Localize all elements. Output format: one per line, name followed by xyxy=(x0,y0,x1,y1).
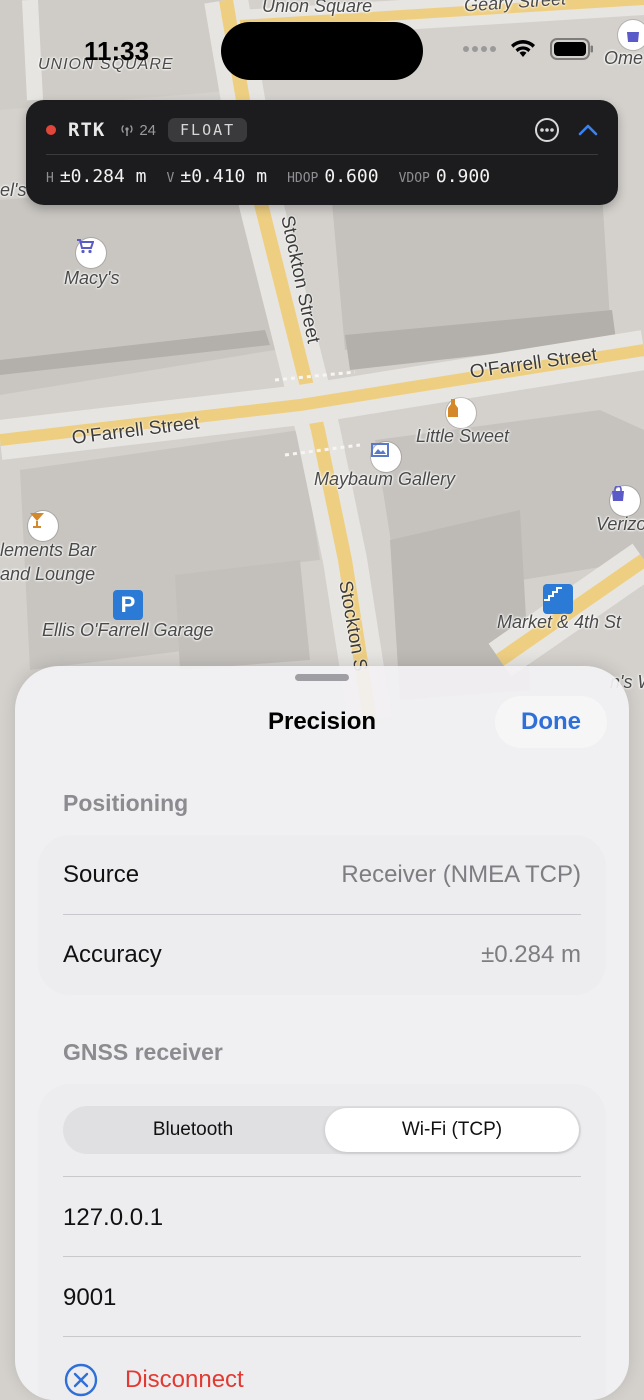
accuracy-value: ±0.284 m xyxy=(481,941,581,968)
map-label-partial-left: el's xyxy=(0,180,27,200)
transit-stairs-icon[interactable] xyxy=(543,584,573,614)
map-label-verizon: Verizo xyxy=(596,514,644,534)
v-value: ±0.410 m xyxy=(180,166,268,187)
source-label: Source xyxy=(63,861,140,888)
satellite-count-value: 24 xyxy=(139,121,157,139)
port-field[interactable]: 9001 xyxy=(63,1284,116,1312)
v-label: V xyxy=(166,171,175,186)
dynamic-island xyxy=(221,22,423,80)
map-label-little-sweet: Little Sweet xyxy=(416,426,510,446)
rtk-status-dot xyxy=(46,125,56,135)
map-label-union-square-street: Union Square xyxy=(262,0,373,16)
rtk-status-panel: RTK 24 FLOAT H ±0.284 m V ±0.410 m HDOP … xyxy=(26,100,618,205)
rtk-title: RTK xyxy=(68,119,106,141)
rtk-divider xyxy=(46,154,598,155)
chevron-up-icon[interactable] xyxy=(578,123,598,137)
battery-icon xyxy=(550,38,593,60)
rtk-metrics: H ±0.284 m V ±0.410 m HDOP 0.600 VDOP 0.… xyxy=(46,166,490,187)
done-button[interactable]: Done xyxy=(495,696,607,748)
antenna-icon xyxy=(121,125,133,136)
precision-sheet: Precision Done Positioning Source Receiv… xyxy=(15,666,629,1400)
cocktail-icon[interactable] xyxy=(28,511,58,541)
shopping-bag-icon[interactable] xyxy=(610,486,640,516)
segment-wifi-tcp[interactable]: Wi-Fi (TCP) xyxy=(325,1108,579,1152)
disconnect-button[interactable]: Disconnect xyxy=(63,1362,244,1398)
source-value: Receiver (NMEA TCP) xyxy=(341,861,581,888)
gnss-receiver-header: GNSS receiver xyxy=(63,1039,223,1065)
shopping-bag-icon-top[interactable] xyxy=(618,20,644,50)
vdop-value: 0.900 xyxy=(435,166,491,187)
map-label-market-4th: Market & 4th St xyxy=(497,612,622,632)
shopping-cart-icon[interactable] xyxy=(76,238,106,268)
map-label-elements-bar: lements Bar xyxy=(0,540,97,560)
host-field[interactable]: 127.0.0.1 xyxy=(63,1204,163,1232)
h-value: ±0.284 m xyxy=(59,166,147,187)
status-icons xyxy=(462,38,594,60)
map-label-macys: Macy's xyxy=(64,268,120,288)
row-divider xyxy=(63,1336,581,1337)
cellular-signal-icon xyxy=(463,46,496,52)
map-label-ellis-garage: Ellis O'Farrell Garage xyxy=(42,620,214,640)
accuracy-label: Accuracy xyxy=(63,941,162,968)
parking-icon[interactable]: P xyxy=(113,590,143,620)
disconnect-x-icon xyxy=(64,1363,98,1397)
accuracy-row: Accuracy ±0.284 m xyxy=(63,915,581,995)
row-divider xyxy=(63,1176,581,1177)
connection-type-segmented-control[interactable]: Bluetooth Wi-Fi (TCP) xyxy=(63,1106,581,1154)
fix-status-badge: FLOAT xyxy=(168,118,248,142)
wifi-icon xyxy=(511,40,535,57)
positioning-header: Positioning xyxy=(63,790,189,816)
disconnect-label: Disconnect xyxy=(125,1366,244,1393)
h-label: H xyxy=(46,171,54,186)
segment-bluetooth[interactable]: Bluetooth xyxy=(65,1108,321,1152)
map-label-maybaum-gallery: Maybaum Gallery xyxy=(314,469,456,489)
map-label-and-lounge: and Lounge xyxy=(0,564,96,584)
status-time: 11:33 xyxy=(84,36,150,66)
source-row[interactable]: Source Receiver (NMEA TCP) xyxy=(63,835,581,915)
bottle-icon[interactable] xyxy=(446,398,476,428)
positioning-card: Source Receiver (NMEA TCP) Accuracy ±0.2… xyxy=(38,835,606,995)
row-divider xyxy=(63,1256,581,1257)
sheet-grabber[interactable] xyxy=(295,674,349,681)
gnss-receiver-card: Bluetooth Wi-Fi (TCP) xyxy=(38,1084,606,1400)
more-options-icon[interactable] xyxy=(534,117,560,143)
satellite-count: 24 xyxy=(119,122,156,139)
gallery-icon[interactable] xyxy=(371,442,401,472)
hdop-value: 0.600 xyxy=(324,166,379,187)
map-label-omega: Ome xyxy=(604,48,644,68)
hdop-label: HDOP xyxy=(287,171,319,186)
vdop-label: VDOP xyxy=(398,171,430,186)
